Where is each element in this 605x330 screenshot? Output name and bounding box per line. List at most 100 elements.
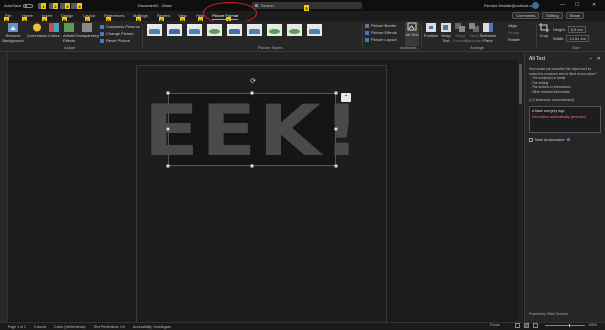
comments-button[interactable]: Comments — [512, 11, 540, 19]
alt-text-button[interactable]: Alt Text — [405, 22, 419, 46]
height-value[interactable]: 6,5 cm — [567, 26, 586, 33]
keytip-badge: 1 — [41, 3, 46, 9]
pane-options-icon[interactable]: ⌄ — [589, 55, 593, 61]
align-button[interactable]: Align — [508, 23, 517, 28]
pane-close-icon[interactable]: ✕ — [597, 56, 601, 62]
text-predictions[interactable]: Text Predictions: On — [94, 325, 125, 329]
resize-handle[interactable] — [166, 127, 170, 131]
selection-pane-label: Selection Pane — [479, 33, 497, 43]
selected-picture[interactable]: EEK! — [144, 90, 360, 172]
maximize-button[interactable]: ☐ — [575, 2, 579, 8]
corrections-button[interactable]: Corrections — [27, 23, 47, 38]
resize-handle[interactable] — [250, 164, 254, 168]
send-backward-button[interactable]: Send Backward — [465, 23, 483, 43]
web-layout-icon[interactable] — [533, 323, 538, 328]
remove-background-button[interactable]: Remove Background — [2, 23, 24, 43]
bring-forward-button[interactable]: Bring Forward — [453, 23, 467, 43]
search-placeholder: Search — [261, 3, 274, 8]
picture-border-icon — [365, 23, 369, 28]
reset-picture-label: Reset Picture — [106, 38, 131, 43]
minimize-button[interactable]: — — [560, 2, 565, 8]
alt-text-label: Alt Text — [405, 32, 419, 37]
picture-layout-icon — [365, 37, 369, 42]
autosave-toggle[interactable] — [23, 3, 34, 8]
selection-pane-icon — [483, 23, 493, 32]
picture-styles-gallery[interactable] — [147, 24, 357, 39]
vertical-scrollbar[interactable] — [518, 60, 523, 322]
editing-label: Editing — [546, 12, 559, 18]
group-button[interactable]: Group — [508, 30, 519, 35]
scrollbar-thumb[interactable] — [519, 64, 522, 104]
close-button[interactable]: ✕ — [592, 2, 596, 8]
wrap-text-button[interactable]: Wrap Text — [440, 23, 452, 43]
editing-button[interactable]: Editing — [542, 11, 563, 19]
crop-button[interactable]: Crop — [538, 23, 550, 38]
group-divider — [421, 24, 422, 48]
word-count[interactable]: 0 words — [34, 325, 46, 329]
user-name[interactable]: Renske.Neulab@outlook.com — [484, 3, 537, 8]
width-label: Width: — [553, 36, 565, 41]
page-count[interactable]: Page 1 of 1 — [8, 325, 26, 329]
picture-style-thumb[interactable] — [187, 24, 202, 36]
share-label: Share — [569, 12, 581, 18]
change-picture-button[interactable]: Change Picture — [100, 31, 134, 36]
rotate-handle-icon[interactable]: ⟳ — [249, 78, 257, 86]
picture-style-thumb[interactable] — [227, 24, 242, 36]
resize-handle[interactable] — [334, 127, 338, 131]
picture-style-thumb[interactable] — [207, 24, 222, 36]
zoom-slider[interactable] — [545, 324, 585, 327]
resize-handle[interactable] — [166, 91, 170, 95]
crop-label: Crop — [539, 33, 549, 38]
info-icon[interactable] — [566, 138, 570, 141]
picture-styles-group-label: Picture Styles — [258, 45, 283, 50]
alt-text-icon — [407, 22, 417, 31]
picture-style-thumb[interactable] — [167, 24, 182, 36]
compress-pictures-button[interactable]: Compress Pictures — [100, 24, 140, 29]
focus-button[interactable]: Focus — [490, 323, 500, 327]
avatar[interactable] — [532, 2, 539, 9]
alt-text-generated-note: Description automatically generated — [532, 114, 586, 119]
alt-text-input[interactable]: A black and grey logo Description automa… — [529, 105, 601, 133]
adjust-group-label: Adjust — [64, 45, 76, 50]
keytip-badge: 3 — [65, 3, 70, 9]
picture-layout-label: Picture Layout — [371, 37, 397, 42]
height-field[interactable]: Height: 6,5 cm — [553, 26, 586, 33]
resize-handle[interactable] — [334, 164, 338, 168]
powered-by: Powered by Office Services — [529, 312, 569, 316]
wrap-text-label: Wrap Text — [441, 33, 451, 43]
zoom-level[interactable]: 100% — [588, 323, 597, 327]
picture-style-thumb[interactable] — [147, 24, 162, 36]
language[interactable]: Dutch (Netherlands) — [54, 325, 85, 329]
selection-pane-button[interactable]: Selection Pane — [479, 23, 497, 43]
width-field[interactable]: Width: 14,51 cm — [553, 35, 589, 42]
picture-style-thumb[interactable] — [247, 24, 262, 36]
resize-handle[interactable] — [334, 91, 338, 95]
accessibility-status[interactable]: Accessibility: Investigate — [133, 325, 171, 329]
keytip-badge: 2 — [53, 3, 58, 9]
position-icon — [426, 23, 436, 32]
transparency-button[interactable]: Transparency — [75, 23, 99, 38]
color-button[interactable]: Colour — [47, 23, 61, 38]
picture-style-thumb[interactable] — [287, 24, 302, 36]
sentence-recommendation: (1-2 sentences recommended) — [529, 98, 574, 102]
layout-options-button[interactable]: ⌃ — [341, 93, 351, 102]
read-mode-icon[interactable] — [515, 323, 520, 328]
picture-effects-button[interactable]: Picture Effects — [365, 30, 397, 35]
picture-style-thumb[interactable] — [307, 24, 322, 36]
group-divider — [362, 24, 363, 48]
reset-picture-button[interactable]: Reset Picture — [100, 38, 130, 43]
rotate-button[interactable]: Rotate — [508, 37, 520, 42]
wrap-text-icon — [441, 23, 451, 32]
picture-border-button[interactable]: Picture Border — [365, 23, 397, 28]
print-layout-icon[interactable] — [524, 323, 529, 328]
picture-style-thumb[interactable] — [267, 24, 282, 36]
mark-decorative-row[interactable]: Mark as decorative — [529, 137, 601, 142]
resize-handle[interactable] — [166, 164, 170, 168]
picture-layout-button[interactable]: Picture Layout — [365, 37, 397, 42]
share-button[interactable]: Share — [565, 11, 585, 19]
resize-handle[interactable] — [250, 91, 254, 95]
width-value[interactable]: 14,51 cm — [566, 35, 589, 42]
position-button[interactable]: Position — [424, 23, 438, 38]
mark-decorative-checkbox[interactable] — [529, 137, 533, 142]
ribbon-right-actions: Comments Editing Share — [512, 11, 587, 19]
